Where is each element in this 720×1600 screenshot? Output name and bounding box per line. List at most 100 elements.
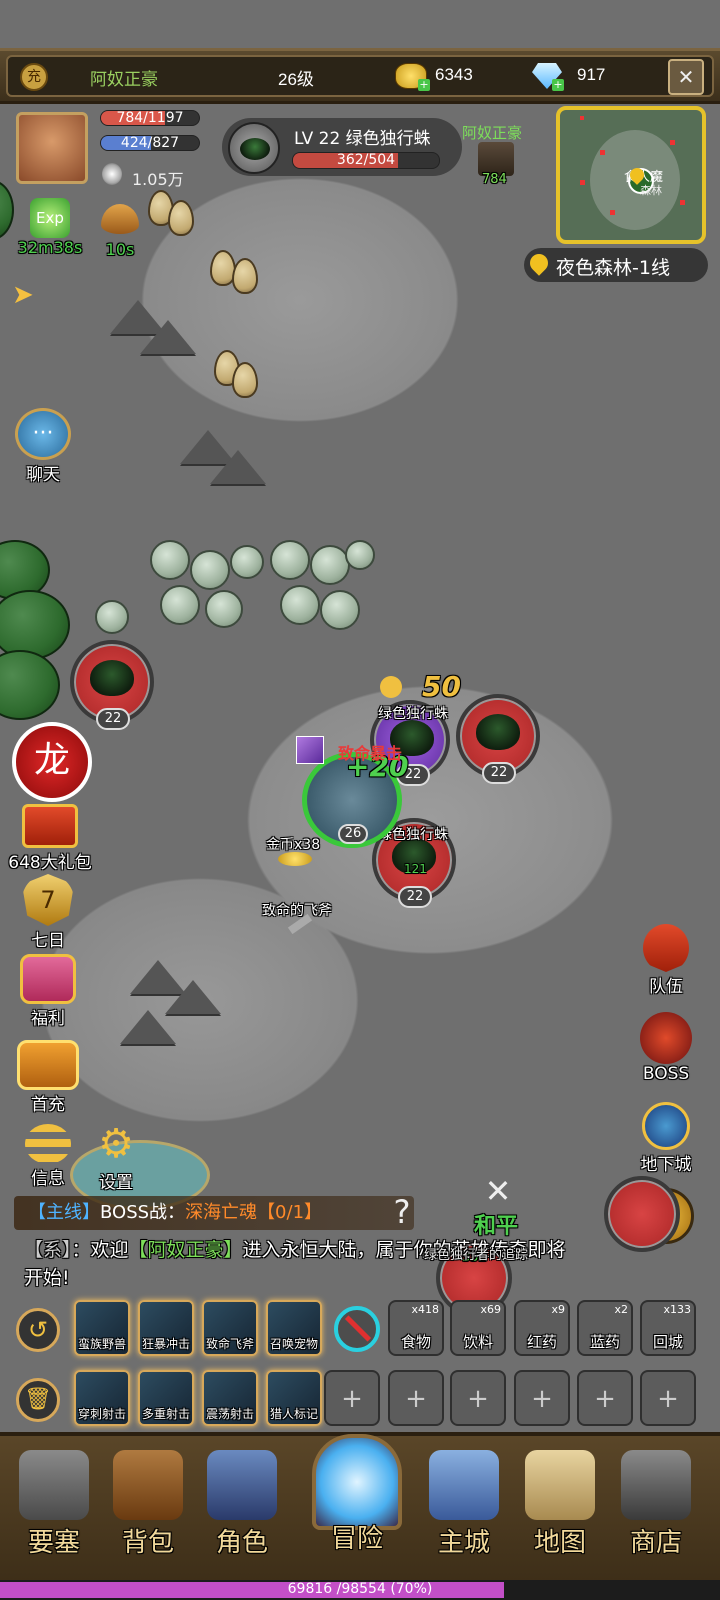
skill-slot[interactable]: 狂暴冲击: [138, 1300, 194, 1356]
power-value: 1.05万: [132, 170, 184, 189]
backpack-icon: [113, 1450, 183, 1520]
player-hp-bar: 784/1197: [100, 110, 200, 126]
dungeon-label: 地下城: [640, 1155, 692, 1175]
help-question-icon[interactable]: ?: [386, 1194, 418, 1230]
first-charge-button[interactable]: 首充: [10, 1040, 86, 1115]
consumable-slot[interactable]: x2 蓝药: [577, 1300, 633, 1356]
empty-skill-slot[interactable]: +: [514, 1370, 570, 1426]
gold-drop-label: 金币x38: [266, 837, 321, 853]
skill-slot[interactable]: 多重射击: [138, 1370, 194, 1426]
empty-skill-slot[interactable]: +: [450, 1370, 506, 1426]
gold-pile-icon[interactable]: [278, 852, 312, 866]
chat-button[interactable]: ··· 聊天: [8, 408, 78, 485]
empty-skill-slot[interactable]: +: [640, 1370, 696, 1426]
exp-boost-button[interactable]: Exp 32m38s: [10, 198, 90, 257]
paw-icon: [380, 676, 402, 698]
food-timer: 10s: [105, 240, 135, 259]
empty-skill-slot[interactable]: +: [577, 1370, 633, 1426]
food-buff-button[interactable]: 10s: [98, 198, 142, 259]
location-bar[interactable]: 夜色森林-1线: [524, 248, 708, 282]
dungeon-swirl-icon: [642, 1102, 690, 1150]
skill-slot[interactable]: 蛮族野兽: [74, 1300, 130, 1356]
consumable-slot[interactable]: x418 食物: [388, 1300, 444, 1356]
location-name: 夜色森林-1线: [556, 257, 670, 279]
empty-skill-slot[interactable]: +: [324, 1370, 380, 1426]
menu-lines-icon: [25, 1124, 71, 1164]
crossed-swords-icon: ✕: [484, 1172, 512, 1210]
empty-skill-slot[interactable]: +: [388, 1370, 444, 1426]
nav-character[interactable]: 角色: [192, 1436, 292, 1558]
weapon-icon[interactable]: ✕: [668, 59, 704, 95]
brand-button[interactable]: 龙: [10, 722, 94, 802]
rock: [120, 1010, 176, 1044]
gift-pack-label: 648大礼包: [8, 853, 92, 873]
boss-button[interactable]: BOSS: [628, 1012, 704, 1084]
forest-tree: [0, 650, 60, 720]
system-message: 【系】：欢迎【阿奴正豪】进入永恒大陆，属于你的英雄传奇即将 开始!: [24, 1239, 566, 1289]
damage-number: 50: [422, 670, 461, 703]
seven-day-button[interactable]: 7 七日: [10, 874, 86, 951]
add-gold-icon[interactable]: +: [418, 79, 430, 91]
consumable-slot[interactable]: x133 回城: [640, 1300, 696, 1356]
consumable-slot[interactable]: x69 饮料: [450, 1300, 506, 1356]
welfare-button[interactable]: 福利: [10, 954, 86, 1029]
monster-spider-token[interactable]: 22: [70, 640, 154, 730]
nav-adventure[interactable]: 冒险: [302, 1420, 412, 1554]
consumable-slot[interactable]: x9 红药: [514, 1300, 570, 1356]
forest-tree: [0, 590, 70, 660]
gear-icon: ⚙: [98, 1121, 134, 1167]
portal-icon: [312, 1434, 402, 1530]
egg-cluster: [168, 200, 194, 236]
ally-avatar[interactable]: [478, 142, 514, 176]
main-quest-bar[interactable]: 【主线】BOSS战：深海亡魂【0/1】: [14, 1196, 414, 1230]
settings-button[interactable]: ⚙ 设置: [84, 1124, 148, 1193]
add-diamond-icon[interactable]: +: [552, 79, 564, 91]
boss-demon-icon: [640, 1012, 692, 1064]
tree: [320, 590, 360, 630]
vip-badge-icon[interactable]: 充: [20, 63, 48, 91]
settings-label: 设置: [99, 1173, 133, 1193]
player-level-badge: 26: [338, 824, 368, 844]
skill-slot[interactable]: 召唤宠物: [266, 1300, 322, 1356]
dungeon-button[interactable]: 地下城: [628, 1102, 704, 1175]
team-button[interactable]: 队伍: [628, 924, 704, 997]
skill-slot[interactable]: 致命飞斧: [202, 1300, 258, 1356]
first-charge-label: 首充: [31, 1095, 65, 1115]
nav-shop[interactable]: 商店: [606, 1436, 706, 1558]
skill-slot[interactable]: 猎人标记: [266, 1370, 322, 1426]
power-icon: [102, 163, 122, 185]
monster-name-label: 绿色独行蛛: [378, 706, 448, 722]
skill-slot[interactable]: 穿刺射击: [74, 1370, 130, 1426]
rock: [210, 450, 266, 484]
nav-main-city[interactable]: 主城: [414, 1436, 514, 1558]
minimap-sub-label: 森林: [640, 184, 662, 197]
quest-text: BOSS战：: [100, 1202, 186, 1223]
nav-map[interactable]: 地图: [510, 1436, 610, 1558]
arrow-right-icon[interactable]: ➤: [12, 282, 48, 310]
gift-pack-button[interactable]: 648大礼包: [2, 804, 98, 873]
monster-spider-token[interactable]: 22: [456, 694, 540, 784]
target-spider-icon: [228, 122, 280, 174]
dragon-logo-icon: 龙: [12, 722, 92, 802]
shop-icon: [621, 1450, 691, 1520]
minimap[interactable]: 食人魔 森林: [556, 106, 706, 244]
tree: [280, 585, 320, 625]
player-hp-text: 784/1197: [116, 110, 184, 126]
ally-name: 阿奴正豪: [462, 124, 523, 142]
castle-icon: [429, 1450, 499, 1520]
target-panel[interactable]: LV 22 绿色独行蛛 362/504: [222, 118, 462, 176]
skill-slot[interactable]: 震荡射击: [202, 1370, 258, 1426]
player-mp-bar: 424/827: [100, 135, 200, 151]
auto-skill-disabled-icon[interactable]: [334, 1306, 380, 1352]
nav-fortress[interactable]: 要塞: [4, 1436, 104, 1558]
info-button[interactable]: 信息: [16, 1124, 80, 1189]
welfare-label: 福利: [31, 1009, 65, 1029]
player-avatar[interactable]: [16, 112, 88, 184]
trash-icon[interactable]: 🗑: [16, 1378, 60, 1422]
gold-amount: 6343: [435, 65, 473, 84]
experience-text: 69816 /98554 (70%): [287, 1581, 433, 1597]
rotate-skills-icon[interactable]: ↺: [16, 1308, 60, 1352]
helmet-icon: [207, 1450, 277, 1520]
nav-backpack[interactable]: 背包: [98, 1436, 198, 1558]
diamond-amount: 917: [577, 65, 606, 84]
